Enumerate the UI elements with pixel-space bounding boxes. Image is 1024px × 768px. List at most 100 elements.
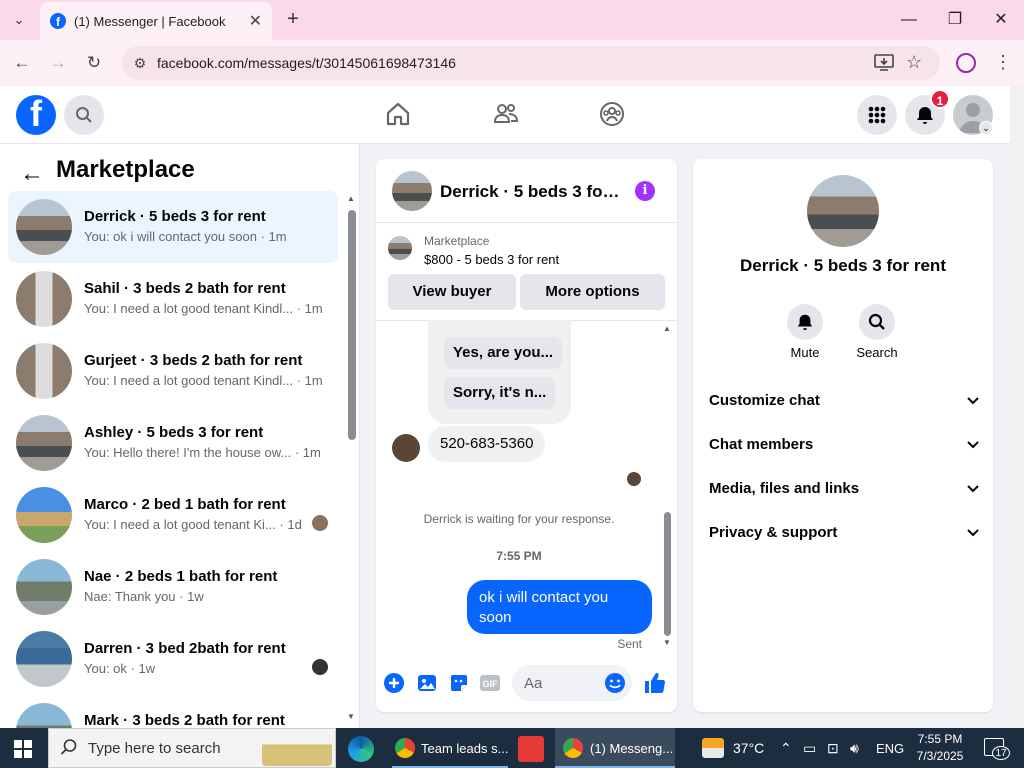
- new-tab-button[interactable]: +: [282, 8, 304, 32]
- taskbar-clock[interactable]: 7:55 PM 7/3/2025: [910, 731, 970, 765]
- meet-now-icon[interactable]: ⊡: [827, 728, 839, 768]
- more-options-button[interactable]: More options: [520, 274, 665, 310]
- install-app-icon[interactable]: [874, 54, 894, 72]
- panel-title: Marketplace: [56, 156, 195, 183]
- tab-search-button[interactable]: ⌄: [6, 8, 32, 32]
- weather-temperature[interactable]: 37°C: [733, 728, 764, 768]
- anydesk-icon[interactable]: [518, 736, 544, 762]
- plus-icon[interactable]: [383, 672, 405, 694]
- facebook-logo-icon[interactable]: f: [16, 95, 56, 135]
- conversation-item-derrick[interactable]: Derrick · 5 beds 3 for rent You: ok i wi…: [8, 191, 338, 263]
- conversation-item-sahil[interactable]: Sahil · 3 beds 2 bath for rent You: I ne…: [8, 263, 338, 335]
- chat-title[interactable]: Derrick · 5 beds 3 for...: [440, 182, 620, 202]
- reload-button[interactable]: ↻: [82, 51, 106, 75]
- listing-thumbnail: [388, 236, 412, 260]
- quick-reply-button[interactable]: Yes, are you...: [444, 337, 563, 369]
- search-icon: [60, 738, 78, 761]
- emoji-icon[interactable]: [604, 672, 626, 694]
- listing-title[interactable]: $800 - 5 beds 3 for rent: [424, 252, 559, 267]
- section-label: Privacy & support: [709, 523, 838, 541]
- search-in-chat-button[interactable]: [859, 304, 895, 340]
- photo-icon[interactable]: [416, 672, 438, 694]
- minimize-button[interactable]: —: [894, 8, 924, 32]
- edge-browser-icon[interactable]: [348, 736, 374, 762]
- conversation-preview: You: I need a lot good tenant Kindl... ·…: [84, 373, 323, 388]
- conversation-name: Nae · 2 beds 1 bath for rent: [84, 568, 278, 585]
- section-label: Chat members: [709, 435, 814, 453]
- like-thumbs-up-icon[interactable]: [643, 672, 666, 694]
- back-button[interactable]: ←: [10, 51, 34, 75]
- conversation-item-gurjeet[interactable]: Gurjeet · 3 beds 2 bath for rent You: I …: [8, 335, 338, 407]
- search-icon[interactable]: [64, 95, 104, 135]
- customize-chat-section[interactable]: Customize chat: [709, 386, 979, 414]
- info-icon[interactable]: i: [635, 181, 655, 201]
- conversation-preview: You: I need a lot good tenant Ki... · 1d: [84, 517, 302, 532]
- read-receipt-avatar: [312, 659, 328, 675]
- account-chevron-icon[interactable]: ⌄: [979, 121, 993, 135]
- chevron-down-icon: [967, 392, 979, 408]
- menu-grid-icon[interactable]: [857, 95, 897, 135]
- conversation-item-darren[interactable]: Darren · 3 bed 2bath for rent You: ok · …: [8, 623, 338, 695]
- site-info-icon[interactable]: ⚙: [130, 53, 150, 73]
- weather-icon[interactable]: [702, 738, 724, 758]
- sent-message: ok i will contact you soon: [467, 580, 652, 634]
- contact-name: Derrick · 5 beds 3 for rent: [740, 256, 946, 275]
- avatar: [16, 703, 72, 728]
- chevron-down-icon: [967, 436, 979, 452]
- home-icon[interactable]: [384, 100, 412, 128]
- language-indicator[interactable]: ENG: [876, 728, 904, 768]
- volume-icon[interactable]: 🔊︎: [850, 728, 859, 768]
- conversation-item-ashley[interactable]: Ashley · 5 beds 3 for rent You: Hello th…: [8, 407, 338, 479]
- privacy-support-section[interactable]: Privacy & support: [709, 518, 979, 546]
- forward-button[interactable]: →: [46, 51, 70, 75]
- message-timestamp: 7:55 PM: [496, 549, 542, 563]
- chat-scroll-thumb[interactable]: [664, 512, 671, 636]
- gif-icon[interactable]: GIF: [479, 672, 501, 694]
- conversation-preview: Nae: Thank you · 1w: [84, 589, 204, 604]
- taskbar-search-placeholder: Type here to search: [88, 740, 221, 757]
- view-buyer-button[interactable]: View buyer: [388, 274, 516, 310]
- tray-chevron-up-icon[interactable]: ⌃: [780, 728, 792, 768]
- conversation-item-nae[interactable]: Nae · 2 beds 1 bath for rent Nae: Thank …: [8, 551, 338, 623]
- url-text[interactable]: facebook.com/messages/t/3014506169847314…: [157, 55, 456, 71]
- windows-start-icon[interactable]: [14, 740, 32, 758]
- scroll-up-arrow[interactable]: ▲: [347, 194, 355, 203]
- chat-members-section[interactable]: Chat members: [709, 430, 979, 458]
- tab-title: (1) Messenger | Facebook: [74, 13, 226, 29]
- groups-icon[interactable]: [598, 100, 626, 128]
- sender-avatar: [392, 434, 420, 462]
- conversation-name: Sahil · 3 beds 2 bath for rent: [84, 280, 286, 297]
- bookmark-star-icon[interactable]: ☆: [906, 52, 922, 73]
- conversation-name: Gurjeet · 3 beds 2 bath for rent: [84, 352, 303, 369]
- chat-scroll-up-arrow[interactable]: ▲: [663, 324, 671, 333]
- network-icon[interactable]: ▭: [803, 728, 816, 768]
- chat-scroll-down-arrow[interactable]: ▼: [663, 638, 671, 647]
- browser-tab-messenger[interactable]: f (1) Messenger | Facebook ✕: [40, 2, 272, 40]
- profile-icon[interactable]: [956, 53, 976, 73]
- close-window-button[interactable]: ✕: [986, 8, 1016, 32]
- read-receipt-avatar: [312, 515, 328, 531]
- friends-icon[interactable]: [492, 100, 520, 128]
- conversation-name: Darren · 3 bed 2bath for rent: [84, 640, 286, 657]
- search-highlight-image: [262, 730, 332, 766]
- notification-center-count: 17: [992, 746, 1010, 760]
- sticker-icon[interactable]: [448, 672, 470, 694]
- conversation-list-scroll-thumb[interactable]: [348, 210, 356, 440]
- scroll-down-arrow[interactable]: ▼: [347, 712, 355, 721]
- close-tab-icon[interactable]: ✕: [249, 11, 262, 31]
- conversation-item-marco[interactable]: Marco · 2 bed 1 bath for rent You: I nee…: [8, 479, 338, 551]
- more-menu-icon[interactable]: ⋮: [994, 52, 1012, 73]
- avatar: [16, 487, 72, 543]
- conversation-name: Mark · 3 beds 2 bath for rent: [84, 712, 285, 728]
- media-files-links-section[interactable]: Media, files and links: [709, 474, 979, 502]
- chevron-down-icon: [967, 524, 979, 540]
- maximize-button[interactable]: ❐: [940, 8, 970, 32]
- mute-button[interactable]: [787, 304, 823, 340]
- chat-avatar[interactable]: [392, 171, 432, 211]
- conversation-name: Derrick · 5 beds 3 for rent: [84, 208, 266, 225]
- page-scrollbar[interactable]: [1010, 86, 1024, 728]
- back-arrow-icon[interactable]: ←: [20, 160, 44, 188]
- contact-avatar[interactable]: [807, 175, 879, 247]
- conversation-item-mark[interactable]: Mark · 3 beds 2 bath for rent: [8, 695, 338, 728]
- quick-reply-button[interactable]: Sorry, it's n...: [444, 377, 556, 409]
